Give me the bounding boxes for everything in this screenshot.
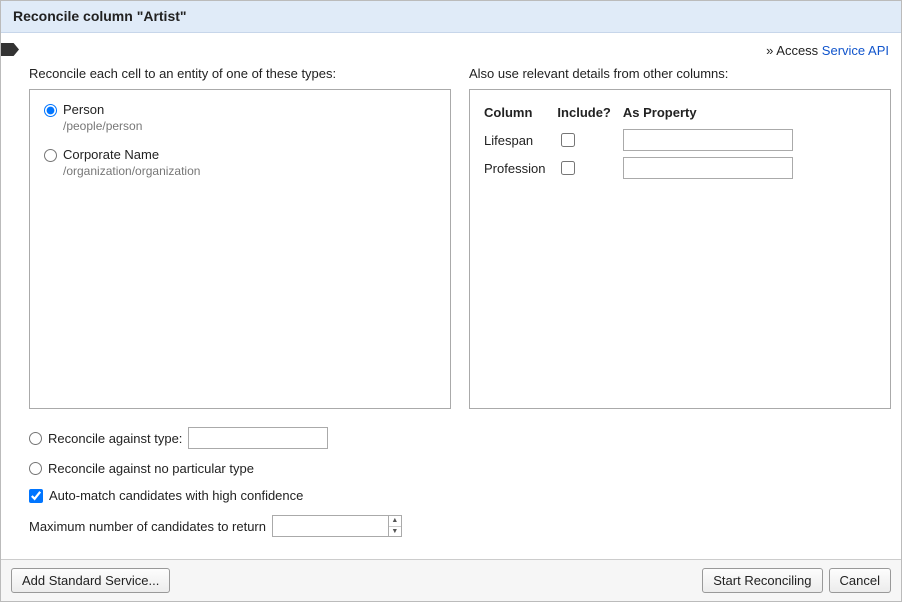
cancel-button[interactable]: Cancel (829, 568, 891, 593)
type-option-corporate[interactable]: Corporate Name /organization/organizatio… (44, 147, 436, 178)
reconcile-against-type-input[interactable] (188, 427, 328, 449)
col-header-column: Column (484, 102, 557, 126)
access-prefix: » Access (766, 43, 822, 58)
dialog-footer: Add Standard Service... Start Reconcilin… (1, 559, 901, 601)
property-input-lifespan[interactable] (623, 129, 793, 151)
table-row: Lifespan (484, 126, 805, 154)
max-candidates-input[interactable] (273, 516, 388, 536)
service-api-link[interactable]: Service API (822, 43, 889, 58)
type-name: Person (63, 102, 142, 117)
max-candidates-label: Maximum number of candidates to return (29, 519, 266, 534)
right-section-label: Also use relevant details from other col… (469, 66, 891, 81)
auto-match-checkbox[interactable] (29, 489, 43, 503)
start-reconciling-button[interactable]: Start Reconciling (702, 568, 822, 593)
left-section-label: Reconcile each cell to an entity of one … (29, 66, 451, 81)
detail-column-name: Profession (484, 154, 557, 182)
type-path: /organization/organization (63, 164, 200, 178)
max-candidates-spinner[interactable]: ▲ ▼ (272, 515, 402, 537)
table-header-row: Column Include? As Property (484, 102, 805, 126)
detail-column-name: Lifespan (484, 126, 557, 154)
reconcile-no-type-radio[interactable] (29, 462, 42, 475)
tag-icon (1, 43, 19, 56)
col-header-include: Include? (557, 102, 622, 126)
reconcile-no-type-label: Reconcile against no particular type (48, 461, 254, 476)
include-checkbox-profession[interactable] (561, 161, 575, 175)
type-radio-person[interactable] (44, 104, 57, 117)
type-option-person[interactable]: Person /people/person (44, 102, 436, 133)
type-path: /people/person (63, 119, 142, 133)
types-panel: Person /people/person Corporate Name /or… (29, 89, 451, 409)
property-input-profession[interactable] (623, 157, 793, 179)
auto-match-label: Auto-match candidates with high confiden… (49, 488, 303, 503)
reconcile-against-type-label: Reconcile against type: (48, 431, 182, 446)
spinner-up-icon[interactable]: ▲ (389, 516, 401, 527)
details-table: Column Include? As Property Lifespan Pro… (484, 102, 805, 182)
col-header-as-property: As Property (623, 102, 805, 126)
table-row: Profession (484, 154, 805, 182)
topbar: » Access Service API (11, 43, 889, 58)
type-name: Corporate Name (63, 147, 200, 162)
add-standard-service-button[interactable]: Add Standard Service... (11, 568, 170, 593)
reconcile-against-type-radio[interactable] (29, 432, 42, 445)
dialog-title: Reconcile column "Artist" (1, 1, 901, 33)
details-panel: Column Include? As Property Lifespan Pro… (469, 89, 891, 409)
spinner-down-icon[interactable]: ▼ (389, 527, 401, 537)
include-checkbox-lifespan[interactable] (561, 133, 575, 147)
type-radio-corporate[interactable] (44, 149, 57, 162)
